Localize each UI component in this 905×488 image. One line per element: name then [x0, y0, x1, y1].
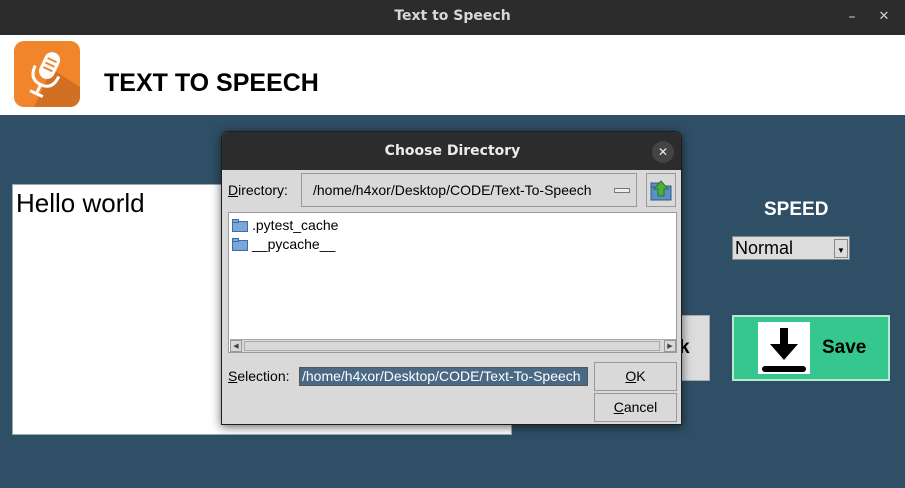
- scrollbar-thumb[interactable]: [244, 341, 660, 351]
- dialog-title: Choose Directory: [384, 143, 521, 159]
- microphone-icon: [14, 41, 80, 107]
- minimize-button[interactable]: –: [842, 6, 862, 28]
- ok-button[interactable]: OK: [594, 362, 677, 391]
- save-button-label: Save: [822, 337, 867, 358]
- directory-combobox[interactable]: /home/h4xor/Desktop/CODE/Text-To-Speech: [301, 173, 637, 207]
- save-button[interactable]: Save: [732, 315, 890, 381]
- dropdown-indicator-icon: [614, 188, 630, 193]
- list-item[interactable]: __pycache__: [232, 235, 335, 253]
- speed-select[interactable]: Normal ▼: [732, 236, 850, 260]
- file-name: __pycache__: [252, 236, 336, 252]
- download-icon: [758, 322, 810, 374]
- folder-icon: [232, 238, 248, 251]
- selection-input[interactable]: /home/h4xor/Desktop/CODE/Text-To-Speech: [299, 367, 588, 386]
- file-name: .pytest_cache: [252, 217, 339, 233]
- window-titlebar: Text to Speech – ✕: [0, 0, 905, 35]
- list-item[interactable]: .pytest_cache: [232, 216, 338, 234]
- speed-selected-value: Normal: [735, 238, 794, 258]
- file-list[interactable]: .pytest_cache __pycache__ ◀ ▶: [228, 212, 677, 353]
- cancel-button[interactable]: Cancel: [594, 393, 677, 422]
- directory-value: /home/h4xor/Desktop/CODE/Text-To-Speech: [313, 182, 592, 198]
- folder-up-icon: [650, 180, 672, 201]
- chevron-down-icon[interactable]: ▼: [834, 239, 848, 258]
- selection-label: Selection:: [228, 368, 290, 384]
- dialog-close-button[interactable]: ✕: [652, 141, 674, 163]
- parent-directory-button[interactable]: [646, 173, 676, 207]
- scroll-left-icon[interactable]: ◀: [230, 340, 242, 352]
- close-button[interactable]: ✕: [874, 6, 894, 28]
- directory-label: Directory:: [228, 182, 288, 198]
- app-title: TEXT TO SPEECH: [104, 69, 319, 97]
- window-title: Text to Speech: [394, 8, 511, 24]
- app-header: TEXT TO SPEECH: [0, 35, 905, 115]
- dialog-titlebar: Choose Directory ✕: [222, 132, 681, 170]
- choose-directory-dialog: Choose Directory ✕ Directory: /home/h4xo…: [221, 131, 682, 425]
- scroll-right-icon[interactable]: ▶: [664, 340, 676, 352]
- horizontal-scrollbar[interactable]: ◀ ▶: [230, 339, 676, 352]
- folder-icon: [232, 219, 248, 232]
- speed-label: SPEED: [764, 199, 829, 220]
